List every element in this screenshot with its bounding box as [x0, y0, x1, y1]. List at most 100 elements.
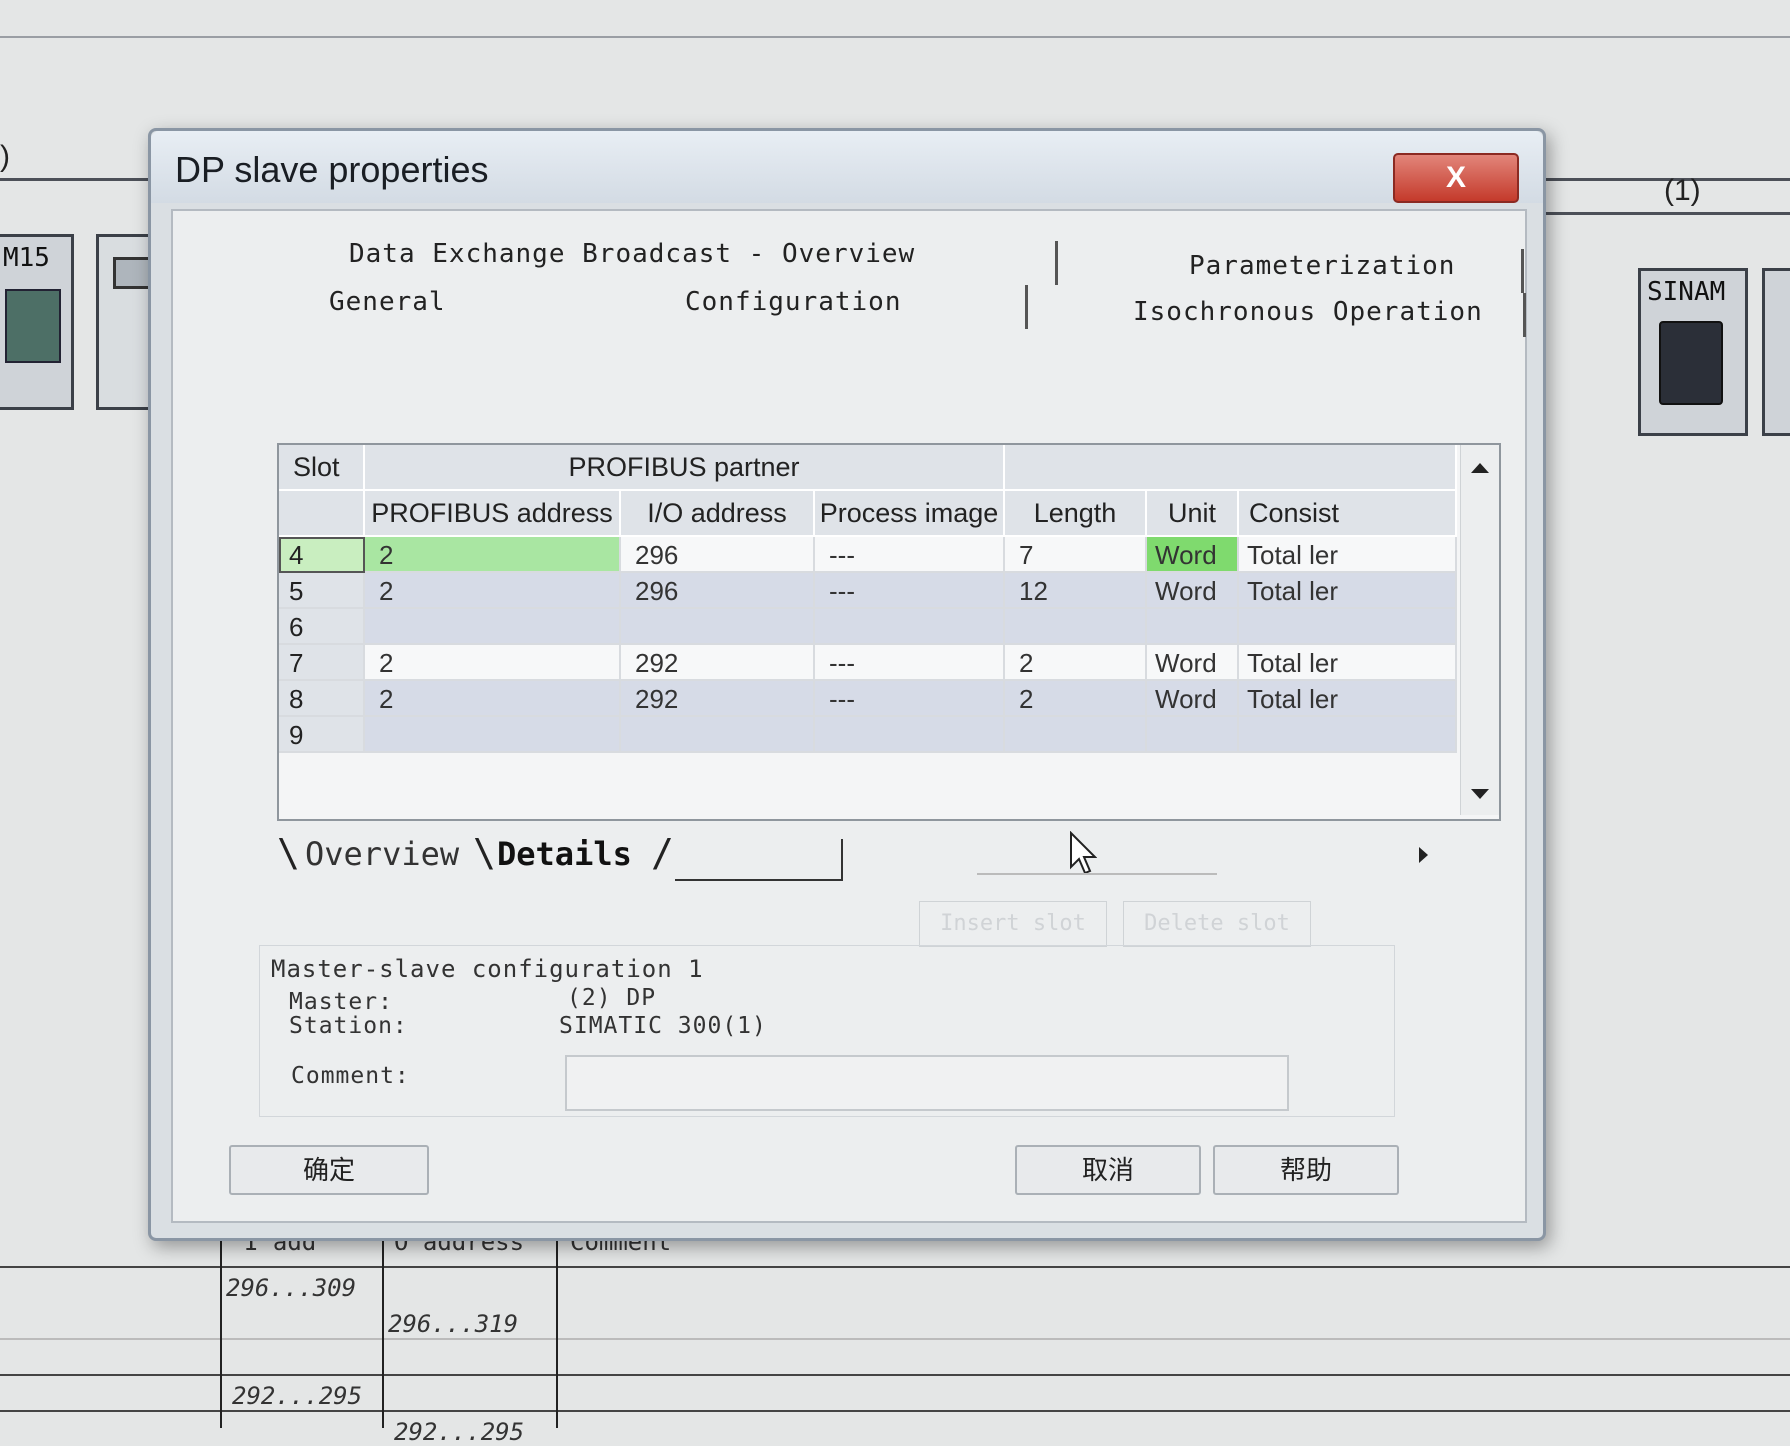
cell-unit	[1147, 609, 1239, 645]
cell-consistency: Total ler	[1239, 645, 1457, 681]
cell-process-image: ---	[815, 681, 1005, 717]
sheet-tab-edge: \	[473, 831, 496, 875]
bg-module-drive[interactable]: SINAM	[1638, 268, 1748, 436]
cancel-button[interactable]: 取消	[1015, 1145, 1201, 1195]
header-slot: Slot	[279, 445, 365, 491]
tab-isochronous-operation[interactable]: Isochronous Operation	[1133, 297, 1483, 327]
cell-slot: 6	[279, 609, 365, 645]
insert-slot-button[interactable]: Insert slot	[919, 901, 1107, 947]
bg-module-partial[interactable]	[1762, 268, 1790, 436]
cell-io-address	[621, 609, 815, 645]
header-unit: Unit	[1147, 491, 1239, 537]
bg-module-drive-label: SINAM	[1647, 277, 1726, 307]
sheet-tab-empty[interactable]	[675, 839, 843, 881]
bg-table-vline	[382, 1230, 384, 1428]
ok-button[interactable]: 确定	[229, 1145, 429, 1195]
sheet-tab-details[interactable]: Details	[497, 835, 632, 873]
cell-slot: 4	[279, 537, 365, 573]
bg-table-line	[0, 1374, 1790, 1376]
cell-process-image: ---	[815, 537, 1005, 573]
sheet-tab-edge: /	[651, 831, 674, 875]
comment-label: Comment:	[291, 1063, 410, 1089]
bg-partial-label-left: )	[0, 140, 10, 173]
header-io-address: I/O address	[621, 491, 815, 537]
cell-slot: 8	[279, 681, 365, 717]
scroll-up-icon[interactable]	[1471, 463, 1489, 473]
cell-profibus-address	[365, 717, 621, 753]
cell-consistency	[1239, 609, 1457, 645]
scroll-right-icon[interactable]	[1419, 847, 1428, 863]
header-profibus-address: PROFIBUS address	[365, 491, 621, 537]
bg-table-cell: 296...309	[226, 1274, 357, 1302]
sheet-tab-overview[interactable]: Overview	[305, 835, 459, 873]
tab-configuration[interactable]: Configuration	[685, 287, 902, 317]
bg-table-cell: 292...295	[394, 1418, 525, 1446]
bg-table-cell: 292...295	[232, 1382, 363, 1410]
cell-length: 2	[1005, 645, 1147, 681]
station-label: Station:	[289, 1013, 408, 1039]
close-button[interactable]: X	[1393, 153, 1519, 203]
cell-length: 12	[1005, 573, 1147, 609]
comment-field[interactable]	[565, 1055, 1289, 1111]
cell-length	[1005, 609, 1147, 645]
tab-data-exchange-broadcast[interactable]: Data Exchange Broadcast - Overview	[349, 239, 915, 269]
cell-process-image: ---	[815, 573, 1005, 609]
delete-slot-button[interactable]: Delete slot	[1123, 901, 1311, 947]
cell-unit: Word	[1147, 645, 1239, 681]
cell-unit	[1147, 717, 1239, 753]
cell-process-image: ---	[815, 645, 1005, 681]
bg-bus-line-right	[1540, 212, 1790, 215]
cell-slot: 7	[279, 645, 365, 681]
table-row[interactable]: 7 2 292 --- 2 Word Total ler	[279, 645, 1457, 681]
help-button[interactable]: 帮助	[1213, 1145, 1399, 1195]
tab-separator	[1025, 285, 1028, 329]
tab-separator	[1055, 241, 1058, 285]
cell-profibus-address: 2	[365, 537, 621, 573]
cell-profibus-address	[365, 609, 621, 645]
bg-table-cell: 296...319	[388, 1310, 519, 1338]
tab-general[interactable]: General	[329, 287, 446, 317]
cell-length	[1005, 717, 1147, 753]
station-value: SIMATIC 300(1)	[559, 1013, 767, 1039]
bg-top-border	[0, 36, 1790, 38]
cell-profibus-address: 2	[365, 645, 621, 681]
cell-consistency: Total ler	[1239, 573, 1457, 609]
table-row[interactable]: 9	[279, 717, 1457, 753]
scroll-down-icon[interactable]	[1471, 789, 1489, 799]
tab-parameterization[interactable]: Parameterization	[1189, 251, 1455, 281]
grid-vertical-scrollbar[interactable]	[1460, 445, 1499, 815]
header-length: Length	[1005, 491, 1147, 537]
cell-consistency: Total ler	[1239, 681, 1457, 717]
cell-io-address	[621, 717, 815, 753]
horizontal-scrollbar[interactable]	[977, 873, 1217, 875]
cell-io-address: 296	[621, 573, 815, 609]
header-profibus-partner: PROFIBUS partner	[365, 445, 1005, 491]
header-slot-sub	[279, 491, 365, 537]
cell-slot: 5	[279, 573, 365, 609]
cell-length: 2	[1005, 681, 1147, 717]
network-module-icon	[113, 257, 153, 289]
tab-separator	[1523, 293, 1526, 337]
table-row[interactable]: 5 2 296 --- 12 Word Total ler	[279, 573, 1457, 609]
header-consistency: Consist	[1239, 491, 1457, 537]
dp-slave-properties-dialog: DP slave properties X Data Exchange Broa…	[148, 128, 1546, 1241]
header-blank	[1005, 445, 1457, 491]
drive-icon	[1659, 321, 1723, 405]
configuration-grid: Slot PROFIBUS partner PROFIBUS address I…	[277, 443, 1501, 821]
cell-io-address: 292	[621, 645, 815, 681]
bg-module-plc[interactable]: M15	[0, 234, 74, 410]
cell-io-address: 292	[621, 681, 815, 717]
cell-unit: Word	[1147, 681, 1239, 717]
table-row[interactable]: 8 2 292 --- 2 Word Total ler	[279, 681, 1457, 717]
sheet-tab-bar: \ Overview \ Details /	[277, 831, 1457, 883]
cell-profibus-address: 2	[365, 681, 621, 717]
cell-slot: 9	[279, 717, 365, 753]
dialog-titlebar[interactable]: DP slave properties X	[151, 131, 1543, 203]
cell-profibus-address: 2	[365, 573, 621, 609]
cell-consistency: Total ler	[1239, 537, 1457, 573]
cell-io-address: 296	[621, 537, 815, 573]
bg-partial-label-right: (1)	[1664, 174, 1701, 207]
table-row[interactable]: 6	[279, 609, 1457, 645]
bg-table-line	[0, 1338, 1790, 1340]
table-row[interactable]: 4 2 296 --- 7 Word Total ler	[279, 537, 1457, 573]
